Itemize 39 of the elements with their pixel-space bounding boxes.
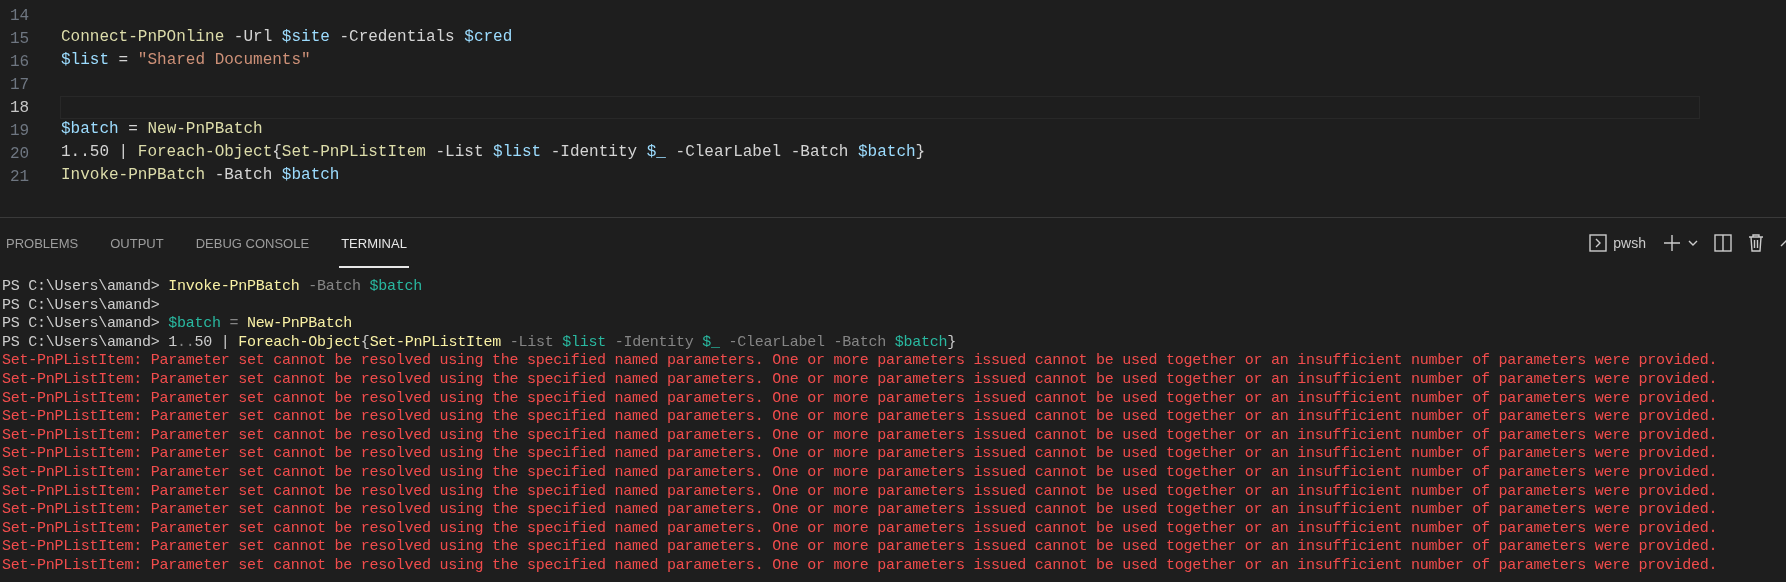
code-line: $batch = New-PnPBatch <box>60 119 264 140</box>
error-line: Set-PnPListItem: Parameter set cannot be resolved using the specified named parameters. One or more parameters issued cannot be used together or an insufficient number of parameters were provided. <box>2 370 1719 390</box>
error-line: Set-PnPListItem: Parameter set cannot be resolved using the specified named parameters. One or more parameters issued cannot be used together or an insufficient number of parameters were provided. <box>2 519 1719 539</box>
error-line: Set-PnPListItem: Parameter set cannot be resolved using the specified named parameters. One or more parameters issued cannot be used together or an insufficient number of parameters were provided. <box>2 501 1719 520</box>
terminal-line: PS C:\Users\amand> <box>2 296 161 316</box>
error-line: Set-PnPListItem: Parameter set cannot be resolved using the specified named parameters. One or more parameters issued cannot be used together or an insufficient number of parameters were provided. <box>2 463 1719 483</box>
panel-tab[interactable]: PROBLEMS <box>4 218 81 268</box>
line-number: 18 <box>9 98 31 117</box>
line-number: 20 <box>9 144 31 163</box>
panel-tab[interactable]: TERMINAL <box>339 218 409 268</box>
line-number: 16 <box>9 52 31 71</box>
error-line: Set-PnPListItem: Parameter set cannot be resolved using the specified named parameters. One or more parameters issued cannot be used together or an insufficient number of parameters were provided. <box>2 445 1719 464</box>
chevron-down-icon[interactable] <box>1688 238 1698 248</box>
terminal-line: PS C:\Users\amand> 1..50 | Foreach-Object{Set-PnPListItem -List $list -Identity $_ -ClearLabel -Batch $batch} <box>2 333 958 353</box>
plus-icon[interactable] <box>1662 233 1682 253</box>
trash-icon[interactable] <box>1748 234 1764 252</box>
error-line: Set-PnPListItem: Parameter set cannot be resolved using the specified named parameters. One or more parameters issued cannot be used together or an insufficient number of parameters were provided. <box>2 426 1719 446</box>
line-number: 21 <box>9 167 31 186</box>
terminal-line: PS C:\Users\amand> $batch = New-PnPBatch <box>2 315 354 334</box>
error-line: Set-PnPListItem: Parameter set cannot be resolved using the specified named parameters. One or more parameters issued cannot be used together or an insufficient number of parameters were provided. <box>2 408 1719 427</box>
line-number: 17 <box>9 75 31 94</box>
panel-tab[interactable]: DEBUG CONSOLE <box>193 218 312 268</box>
error-line: Set-PnPListItem: Parameter set cannot be resolved using the specified named parameters. One or more parameters issued cannot be used together or an insufficient number of parameters were provided. <box>2 538 1719 557</box>
panel-tab[interactable]: OUTPUT <box>108 218 166 268</box>
code-line: 1..50 | Foreach-Object{Set-PnPListItem -List $list -Identity $_ -ClearLabel -Batch $batch} <box>60 142 927 163</box>
error-line: Set-PnPListItem: Parameter set cannot be resolved using the specified named parameters. One or more parameters issued cannot be used together or an insufficient number of parameters were provided. <box>2 482 1719 502</box>
terminal-icon[interactable] <box>1589 234 1608 252</box>
split-icon[interactable] <box>1714 234 1732 252</box>
shell-name[interactable]: pwsh <box>1613 235 1646 251</box>
code-line: Connect-PnPOnline -Url $site -Credentials $cred <box>60 27 514 48</box>
line-number: 15 <box>9 29 31 48</box>
code-line: Invoke-PnPBatch -Batch $batch <box>60 165 341 186</box>
line-number: 19 <box>9 121 31 140</box>
line-number: 14 <box>9 6 31 25</box>
terminal-line: PS C:\Users\amand> Invoke-PnPBatch -Batch $batch <box>2 278 424 297</box>
error-line: Set-PnPListItem: Parameter set cannot be resolved using the specified named parameters. One or more parameters issued cannot be used together or an insufficient number of parameters were provided. <box>2 389 1719 409</box>
error-line: Set-PnPListItem: Parameter set cannot be resolved using the specified named parameters. One or more parameters issued cannot be used together or an insufficient number of parameters were provided. <box>2 556 1719 576</box>
error-line: Set-PnPListItem: Parameter set cannot be resolved using the specified named parameters. One or more parameters issued cannot be used together or an insufficient number of parameters were provided. <box>2 352 1719 371</box>
code-line: $list = "Shared Documents" <box>60 50 312 71</box>
